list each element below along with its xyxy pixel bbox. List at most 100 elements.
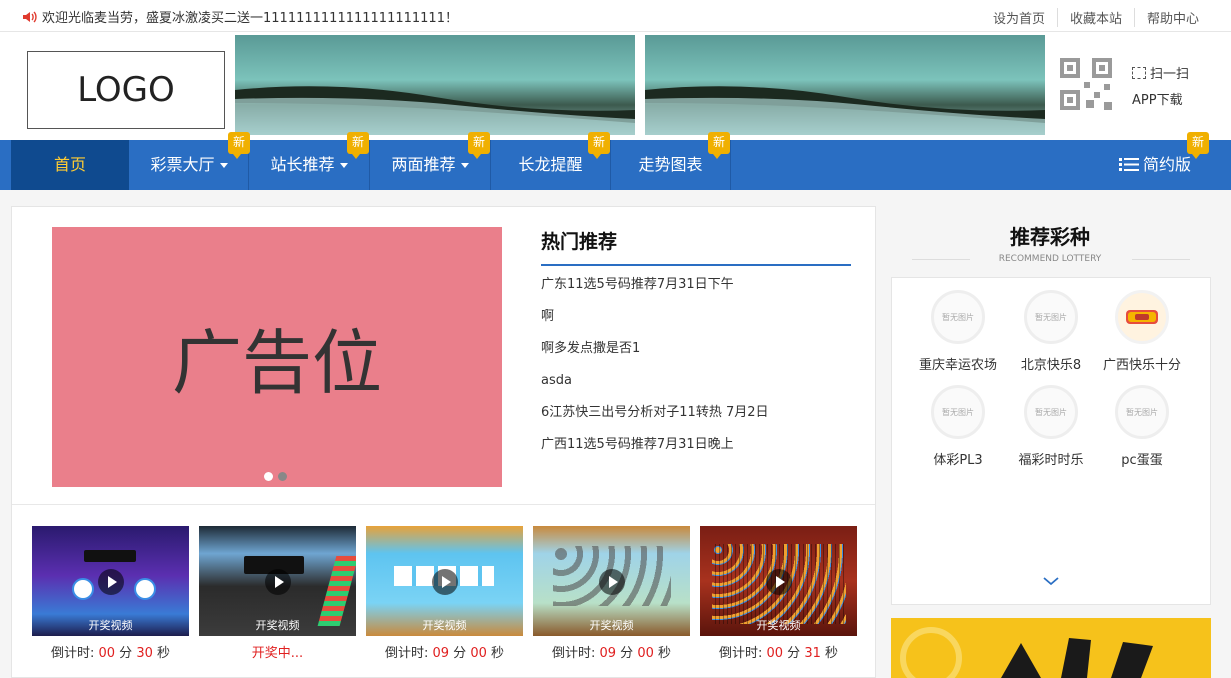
scan-icon [1132, 67, 1146, 79]
lottery-logo-icon [1115, 290, 1169, 344]
hot-item[interactable]: 啊 [541, 307, 861, 339]
nav-two-sided[interactable]: 两面推荐新 [370, 132, 491, 190]
app-download-label[interactable]: APP下载 [1132, 88, 1189, 114]
play-icon[interactable] [432, 569, 458, 595]
nav-home[interactable]: 首页 [11, 140, 129, 190]
caret-down-icon [460, 163, 469, 168]
video-thumbnail[interactable]: 开奖视频 [700, 526, 857, 636]
video-card[interactable]: 开奖视频 倒计时: 00 分 31 秒 [700, 526, 857, 661]
recommend-title: 推荐彩种 [1010, 225, 1090, 249]
qr-code-icon[interactable] [1060, 58, 1112, 110]
lottery-name: pc蛋蛋 [1121, 453, 1163, 468]
lottery-name: 广西快乐十分 [1102, 358, 1181, 373]
video-thumbnail[interactable]: 开奖视频 [366, 526, 523, 636]
unit-minute: 分 [453, 646, 467, 661]
lottery-image-placeholder: 暂无图片 [1115, 385, 1169, 439]
lottery-item[interactable]: 暂无图片 体彩PL3 [912, 385, 1004, 468]
lottery-item[interactable]: 暂无图片 pc蛋蛋 [1096, 385, 1188, 468]
carousel-dot[interactable] [264, 472, 273, 481]
nav-long-dragon[interactable]: 长龙提醒新 [491, 132, 611, 190]
ad-slot[interactable]: 广告位 [52, 227, 502, 487]
thumb-decoration [317, 556, 356, 626]
nav-owner-recommend[interactable]: 站长推荐新 [249, 132, 370, 190]
countdown: 倒计时: 09 分 00 秒 [533, 642, 690, 661]
video-thumbnail[interactable]: 开奖视频 [199, 526, 356, 636]
hot-item[interactable]: asda [541, 371, 861, 403]
video-thumbnail[interactable]: 开奖视频 [533, 526, 690, 636]
video-card[interactable]: 开奖视频 倒计时: 00 分 30 秒 [32, 526, 189, 661]
countdown-seconds: 30 [136, 646, 153, 661]
main-content: 广告位 热门推荐 广东11选5号码推荐7月31日下午 啊 啊多发点撒是否1 as… [11, 206, 876, 678]
lottery-image-placeholder: 暂无图片 [1024, 385, 1078, 439]
lottery-name: 体彩PL3 [933, 453, 983, 468]
nav-lottery-hall[interactable]: 彩票大厅新 [130, 132, 250, 190]
video-thumbnail[interactable]: 开奖视频 [32, 526, 189, 636]
unit-minute: 分 [119, 646, 133, 661]
unit-minute: 分 [620, 646, 634, 661]
video-card[interactable]: 开奖视频 倒计时: 09 分 00 秒 [533, 526, 690, 661]
lottery-name: 北京快乐8 [1020, 358, 1082, 373]
promo-banner[interactable] [891, 618, 1211, 678]
video-card[interactable]: 开奖视频 倒计时: 09 分 00 秒 [366, 526, 523, 661]
lottery-item[interactable]: 暂无图片重庆幸运农场 [912, 290, 1004, 373]
divider [12, 504, 875, 505]
hot-recommend-title: 热门推荐 [541, 227, 851, 266]
countdown: 倒计时: 00 分 30 秒 [32, 642, 189, 661]
play-icon[interactable] [766, 569, 792, 595]
scan-label: 扫一扫 [1150, 67, 1190, 82]
new-badge: 新 [347, 132, 369, 159]
countdown-seconds: 00 [637, 646, 654, 661]
play-icon[interactable] [98, 569, 124, 595]
unit-second: 秒 [825, 646, 839, 661]
main-nav: 首页 彩票大厅新 站长推荐新 两面推荐新 长龙提醒新 走势图表新 简约版 新 [0, 132, 1231, 190]
hot-item[interactable]: 6江苏快三出号分析对子11转热 7月2日 [541, 403, 861, 435]
top-bar: 欢迎光临麦当劳，盛夏冰激凌买二送一1111111111111111111111！… [0, 0, 1231, 32]
countdown: 开奖中... [199, 642, 356, 661]
caret-down-icon [339, 163, 348, 168]
countdown-prefix: 倒计时: [718, 646, 763, 661]
hot-item[interactable]: 广东11选5号码推荐7月31日下午 [541, 275, 861, 307]
lottery-image-placeholder: 暂无图片 [1024, 290, 1078, 344]
lottery-item[interactable]: 暂无图片北京快乐8 [1005, 290, 1097, 373]
nav-trend-chart[interactable]: 走势图表新 [611, 132, 731, 190]
video-card[interactable]: 开奖视频 开奖中... [199, 526, 356, 661]
hot-item[interactable]: 广西11选5号码推荐7月31日晚上 [541, 435, 861, 467]
unit-second: 秒 [157, 646, 171, 661]
thumb-decoration [134, 578, 156, 600]
lottery-item[interactable]: 广西快乐十分 [1096, 290, 1188, 373]
lottery-name: 重庆幸运农场 [918, 358, 997, 373]
recommend-subtitle: RECOMMEND LOTTERY [998, 254, 1102, 264]
countdown-prefix: 倒计时: [551, 646, 596, 661]
countdown-minutes: 00 [98, 646, 116, 661]
nav-label: 走势图表 [638, 155, 703, 174]
lottery-image-placeholder: 暂无图片 [931, 290, 985, 344]
play-icon[interactable] [265, 569, 291, 595]
new-badge: 新 [708, 132, 730, 159]
lottery-name: 福彩时时乐 [1018, 453, 1084, 468]
new-badge: 新 [1187, 132, 1209, 159]
banner-image-1[interactable] [235, 35, 635, 135]
play-icon[interactable] [599, 569, 625, 595]
lottery-item[interactable]: 暂无图片 福彩时时乐 [1005, 385, 1097, 468]
carousel-dot-active[interactable] [278, 472, 287, 481]
thumb-decoration [84, 550, 136, 562]
nav-simple-version[interactable]: 简约版 新 [1100, 132, 1210, 190]
nav-label: 彩票大厅 [150, 155, 215, 174]
set-home-link[interactable]: 设为首页 [981, 8, 1057, 27]
countdown-prefix: 倒计时: [384, 646, 429, 661]
site-logo[interactable]: LOGO [27, 51, 225, 129]
countdown-seconds: 31 [804, 646, 821, 661]
banner-image-2[interactable] [645, 35, 1045, 135]
notice-text: 欢迎光临麦当劳，盛夏冰激凌买二送一1111111111111111111111！ [42, 11, 458, 26]
video-label: 开奖视频 [422, 619, 467, 632]
hot-recommend-list: 广东11选5号码推荐7月31日下午 啊 啊多发点撒是否1 asda 6江苏快三出… [541, 275, 861, 467]
chevron-down-icon[interactable] [1043, 576, 1059, 586]
hot-item[interactable]: 啊多发点撒是否1 [541, 339, 861, 371]
nav-label: 简约版 [1142, 155, 1191, 174]
thumb-decoration [72, 578, 94, 600]
recommend-lottery-box: 暂无图片 重庆幸运农场 暂无图片 北京快乐8 广西快乐十分 暂无图片 体彩PL3 暂无… [891, 277, 1211, 605]
bookmark-link[interactable]: 收藏本站 [1056, 8, 1134, 27]
countdown-seconds: 00 [470, 646, 487, 661]
help-link[interactable]: 帮助中心 [1133, 8, 1211, 27]
countdown-prefix: 倒计时: [50, 646, 95, 661]
